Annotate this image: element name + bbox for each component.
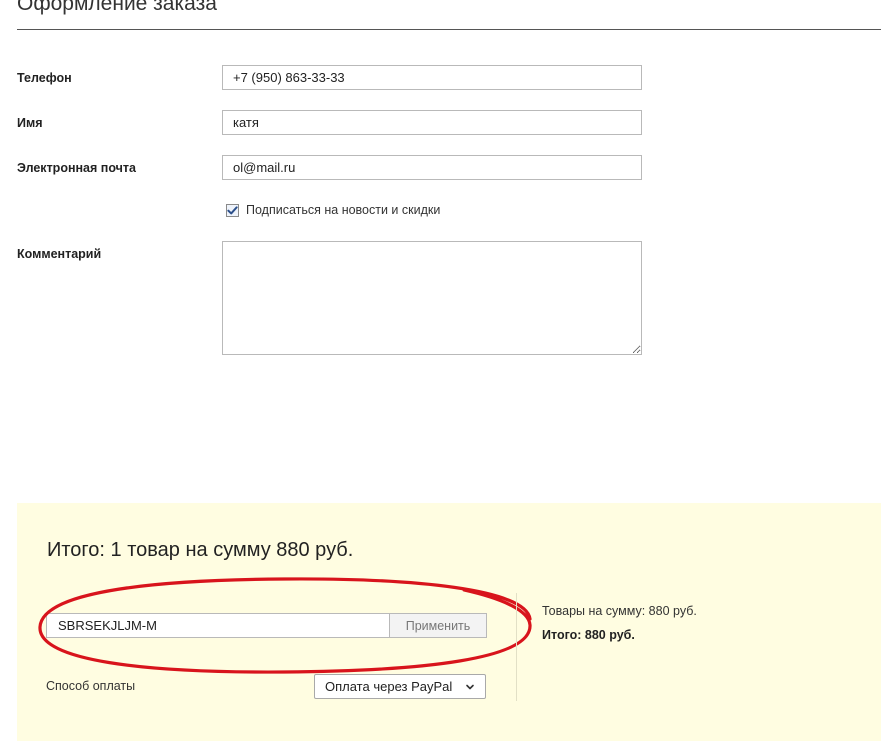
comment-textarea[interactable]: [222, 241, 642, 355]
phone-input[interactable]: [222, 65, 642, 90]
coupon-group: Применить: [46, 613, 487, 638]
title-divider: [17, 29, 881, 30]
subscribe-label: Подписаться на новости и скидки: [246, 203, 441, 217]
apply-coupon-button[interactable]: Применить: [389, 614, 486, 637]
page-title: Оформление заказа: [17, 0, 217, 15]
name-input[interactable]: [222, 110, 642, 135]
email-label: Электронная почта: [17, 161, 136, 175]
payment-label: Способ оплаты: [46, 679, 136, 693]
comment-label: Комментарий: [17, 247, 102, 261]
payment-selected-value: Оплата через PayPal: [325, 679, 453, 694]
summary-heading: Итого: 1 товар на сумму 880 руб.: [47, 539, 354, 561]
summary-divider: [516, 593, 517, 701]
subscribe-checkbox[interactable]: [226, 203, 239, 217]
payment-select[interactable]: Оплата через PayPal: [314, 674, 486, 699]
email-input[interactable]: [222, 155, 642, 180]
grand-total: Итого: 880 руб.: [542, 628, 635, 642]
order-summary: Итого: 1 товар на сумму 880 руб. Примени…: [17, 503, 881, 741]
goods-sum: Товары на сумму: 880 руб.: [542, 604, 697, 618]
name-label: Имя: [17, 116, 43, 130]
chevron-down-icon: [466, 684, 474, 689]
coupon-input[interactable]: [47, 614, 389, 637]
phone-label: Телефон: [17, 71, 72, 85]
checkmark-icon: [227, 205, 238, 214]
subscribe-option[interactable]: Подписаться на новости и скидки: [226, 203, 440, 217]
